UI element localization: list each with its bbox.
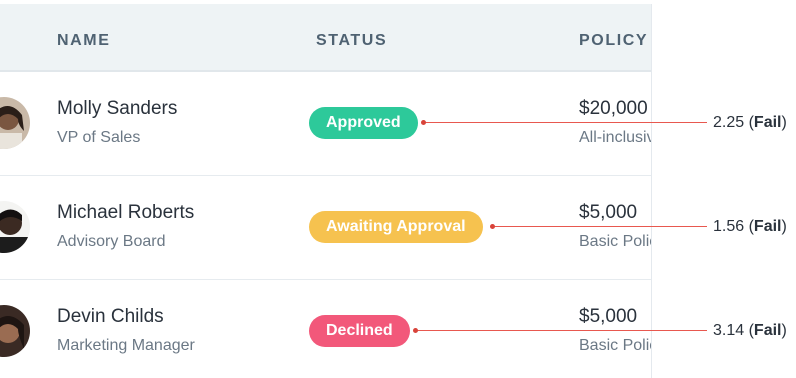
score-verdict: Fail xyxy=(753,322,782,339)
policy-plan: Basic Policy xyxy=(579,337,651,354)
score-value: 1.56 xyxy=(713,218,745,235)
policy-plan: All-inclusive Policy xyxy=(579,129,651,146)
score-value: 2.25 xyxy=(713,114,745,131)
table-row[interactable]: Michael Roberts Advisory Board Awaiting … xyxy=(0,176,651,280)
score-verdict: Fail xyxy=(753,218,782,235)
column-header-name[interactable]: NAME xyxy=(57,32,111,50)
score-annotation: 1.56 (Fail) xyxy=(713,218,787,235)
avatar xyxy=(0,201,30,253)
status-badge: Awaiting Approval xyxy=(309,211,483,243)
person-role: Marketing Manager xyxy=(57,337,195,354)
score-value: 3.14 xyxy=(713,322,745,339)
column-header-policy[interactable]: POLICY xyxy=(579,32,648,50)
person-role: VP of Sales xyxy=(57,129,141,146)
policy-table: NAME STATUS POLICY Molly Sanders VP of S… xyxy=(0,4,652,378)
annotation-leader-line xyxy=(492,225,707,227)
status-badge: Declined xyxy=(309,315,410,347)
annotation-anchor-dot xyxy=(413,328,418,333)
score-annotation: 3.14 (Fail) xyxy=(713,322,787,339)
score-annotation: 2.25 (Fail) xyxy=(713,114,787,131)
policy-price: $5,000 xyxy=(579,202,638,223)
person-role: Advisory Board xyxy=(57,233,166,250)
policy-price: $20,000 xyxy=(579,98,648,119)
avatar xyxy=(0,305,30,357)
score-verdict: Fail xyxy=(753,114,782,131)
column-header-status[interactable]: STATUS xyxy=(316,32,387,50)
annotation-anchor-dot xyxy=(421,120,426,125)
person-name: Molly Sanders xyxy=(57,98,178,119)
avatar xyxy=(0,97,30,149)
policy-price: $5,000 xyxy=(579,306,638,327)
table-header: NAME STATUS POLICY xyxy=(0,4,651,72)
annotation-anchor-dot xyxy=(490,224,495,229)
person-name: Devin Childs xyxy=(57,306,164,327)
person-name: Michael Roberts xyxy=(57,202,195,223)
status-badge: Approved xyxy=(309,107,418,139)
annotation-leader-line xyxy=(423,121,707,123)
table-row[interactable]: Molly Sanders VP of Sales Approved $20,0… xyxy=(0,72,651,176)
annotation-leader-line xyxy=(415,329,707,331)
policy-plan: Basic Policy xyxy=(579,233,651,250)
